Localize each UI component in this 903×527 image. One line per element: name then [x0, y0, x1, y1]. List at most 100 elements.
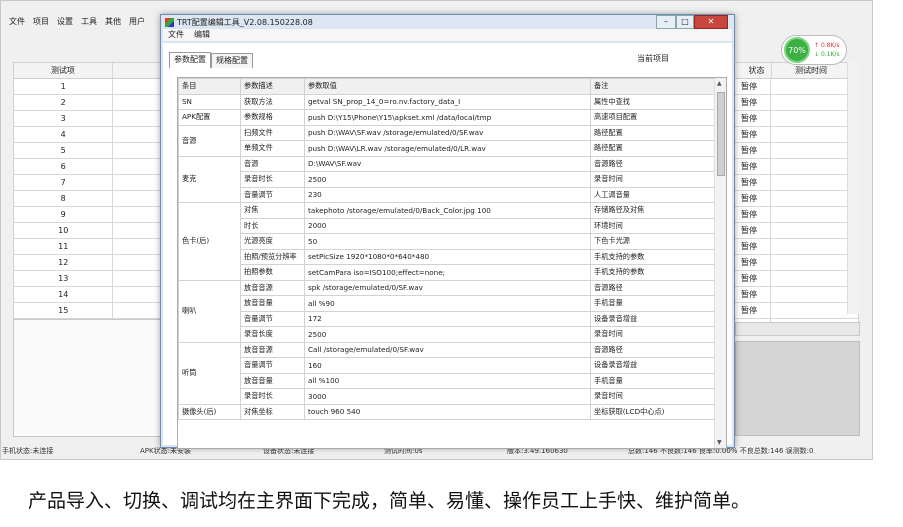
param-value[interactable]: takephoto /storage/emulated/0/Back_Color…: [304, 202, 591, 219]
param-desc[interactable]: 录音时长: [240, 388, 305, 405]
minimize-button[interactable]: –: [656, 15, 676, 29]
status-table-scrollbar[interactable]: [847, 62, 859, 314]
param-note[interactable]: 手机支持的参数: [590, 248, 717, 265]
param-note[interactable]: 环境时间: [590, 217, 717, 234]
col-header-test-item[interactable]: 测试项: [14, 63, 113, 78]
param-desc[interactable]: 放音音源: [240, 341, 305, 358]
param-value[interactable]: 3000: [304, 388, 591, 405]
tab-spec-config[interactable]: 规格配置: [211, 53, 253, 68]
main-menu-item[interactable]: 设置: [53, 15, 77, 29]
param-desc[interactable]: 音量调节: [240, 310, 305, 327]
param-desc[interactable]: 放音音量: [240, 372, 305, 389]
col-header-status[interactable]: 状态: [734, 63, 772, 78]
table-row[interactable]: 1: [13, 79, 183, 95]
table-row[interactable]: 8: [13, 191, 183, 207]
param-desc[interactable]: 扫频文件: [240, 124, 305, 141]
param-value[interactable]: 2500: [304, 171, 591, 188]
param-row[interactable]: 放音音量 all %100 手机音量: [179, 372, 717, 389]
param-value[interactable]: all %90: [304, 295, 591, 312]
param-row[interactable]: 音量调节 172 设备录音增益: [179, 310, 717, 327]
param-desc[interactable]: 光源亮度: [240, 233, 305, 250]
table-row[interactable]: 11: [13, 239, 183, 255]
param-note[interactable]: 手机音量: [590, 372, 717, 389]
param-note[interactable]: 录音时间: [590, 388, 717, 405]
table-row[interactable]: 暂停: [733, 207, 859, 223]
table-row[interactable]: 暂停: [733, 95, 859, 111]
param-row[interactable]: 音源 扫频文件 push D:\WAV\SF.wav /storage/emulat…: [178, 124, 717, 157]
col-header-test-time[interactable]: 测试时间: [772, 63, 850, 78]
param-value[interactable]: push D:\WAV\SF.wav /storage/emulated/0/S…: [304, 124, 591, 141]
menu-file[interactable]: 文件: [163, 29, 189, 41]
network-speed-widget[interactable]: 70% ↑ 0.8K/s ↓ 0.1K/s: [781, 35, 847, 65]
close-button[interactable]: ✕: [694, 15, 728, 29]
param-row[interactable]: 色卡(后) 对焦 takephoto /storage/emulated/0/Bac…: [178, 202, 717, 281]
param-note[interactable]: 路径配置: [590, 124, 717, 141]
maximize-button[interactable]: □: [676, 15, 694, 29]
table-row[interactable]: 暂停: [733, 287, 859, 303]
param-row[interactable]: 音量调节 160 设备录音增益: [179, 357, 717, 374]
param-row[interactable]: 拍照/预览分辨率 setPicSize 1920*1080*0*640*480 手机…: [179, 248, 717, 265]
param-value[interactable]: push D:\Y15\Phone\Y15\apkset.xml /data/l…: [304, 109, 591, 126]
param-desc[interactable]: 音量调节: [240, 186, 305, 203]
param-note[interactable]: 手机支持的参数: [590, 264, 717, 281]
table-row[interactable]: 3: [13, 111, 183, 127]
main-menu-item[interactable]: 用户: [125, 15, 149, 29]
table-row[interactable]: 5自: [13, 143, 183, 159]
param-row[interactable]: APK配置 参数规格 push D:\Y15\Phone\Y15\apkset.xm…: [178, 109, 717, 126]
table-row[interactable]: 暂停: [733, 79, 859, 95]
table-row[interactable]: 4: [13, 127, 183, 143]
table-row[interactable]: 9M: [13, 207, 183, 223]
param-desc[interactable]: 放音音量: [240, 295, 305, 312]
param-desc[interactable]: 获取方法: [240, 93, 305, 110]
main-menu-item[interactable]: 其他: [101, 15, 125, 29]
param-row[interactable]: 摄像头(后) 对焦坐标 touch 960 540 坐标获取(LCD中心点): [178, 403, 717, 420]
main-menu-item[interactable]: 工具: [77, 15, 101, 29]
param-value[interactable]: Call /storage/emulated/0/SF.wav: [304, 341, 591, 358]
table-row[interactable]: 10查: [13, 223, 183, 239]
param-note[interactable]: 设备录音增益: [590, 357, 717, 374]
table-row[interactable]: 暂停: [733, 271, 859, 287]
table-row[interactable]: 15: [13, 303, 183, 319]
param-value[interactable]: D:\WAV\SF.wav: [304, 155, 591, 172]
param-value[interactable]: setCamPara iso=ISO100;effect=none;: [304, 264, 591, 281]
param-row[interactable]: 录音长度 2500 录音时间: [179, 326, 717, 343]
param-desc[interactable]: 拍照/预览分辨率: [240, 248, 305, 265]
param-desc[interactable]: 对焦: [240, 202, 305, 219]
param-row[interactable]: 时长 2000 环境时间: [179, 217, 717, 234]
scroll-up-icon[interactable]: ▲: [717, 80, 722, 87]
param-desc[interactable]: 录音时长: [240, 171, 305, 188]
table-row[interactable]: 12: [13, 255, 183, 271]
tab-param-config[interactable]: 参数配置: [169, 52, 211, 68]
param-note[interactable]: 高速项目配置: [590, 109, 717, 126]
param-value[interactable]: 160: [304, 357, 591, 374]
table-row[interactable]: 13: [13, 271, 183, 287]
param-row[interactable]: 拍照参数 setCamPara iso=ISO100;effect=none; 手机…: [179, 264, 717, 281]
param-desc[interactable]: 单频文件: [240, 140, 305, 157]
param-note[interactable]: 设备录音增益: [590, 310, 717, 327]
table-row[interactable]: 2: [13, 95, 183, 111]
menu-edit[interactable]: 编辑: [189, 29, 215, 41]
param-desc[interactable]: 参数规格: [240, 109, 305, 126]
param-note[interactable]: 属性中查找: [590, 93, 717, 110]
scroll-thumb[interactable]: [717, 92, 725, 176]
table-row[interactable]: 暂停: [733, 159, 859, 175]
param-note[interactable]: 录音时间: [590, 171, 717, 188]
table-row[interactable]: 暂停: [733, 239, 859, 255]
table-row[interactable]: 14: [13, 287, 183, 303]
param-value[interactable]: 230: [304, 186, 591, 203]
table-row[interactable]: 暂停: [733, 255, 859, 271]
table-row[interactable]: 暂停: [733, 127, 859, 143]
param-desc[interactable]: 录音长度: [240, 326, 305, 343]
param-desc[interactable]: 音量调节: [240, 357, 305, 374]
table-row[interactable]: 暂停: [733, 143, 859, 159]
param-value[interactable]: push D:\WAV\LR.wav /storage/emulated/0/L…: [304, 140, 591, 157]
param-row[interactable]: 喇叭 放音音源 spk /storage/emulated/0/SF.wav 音源路径: [178, 279, 717, 343]
param-row[interactable]: 光源亮度 50 下色卡光源: [179, 233, 717, 250]
table-row[interactable]: 暂停: [733, 175, 859, 191]
param-note[interactable]: 手机音量: [590, 295, 717, 312]
param-value[interactable]: 2500: [304, 326, 591, 343]
table-row[interactable]: 暂停: [733, 223, 859, 239]
table-row[interactable]: 暂停: [733, 303, 859, 319]
param-row[interactable]: 单频文件 push D:\WAV\LR.wav /storage/emulated…: [179, 140, 717, 157]
param-value[interactable]: 2000: [304, 217, 591, 234]
